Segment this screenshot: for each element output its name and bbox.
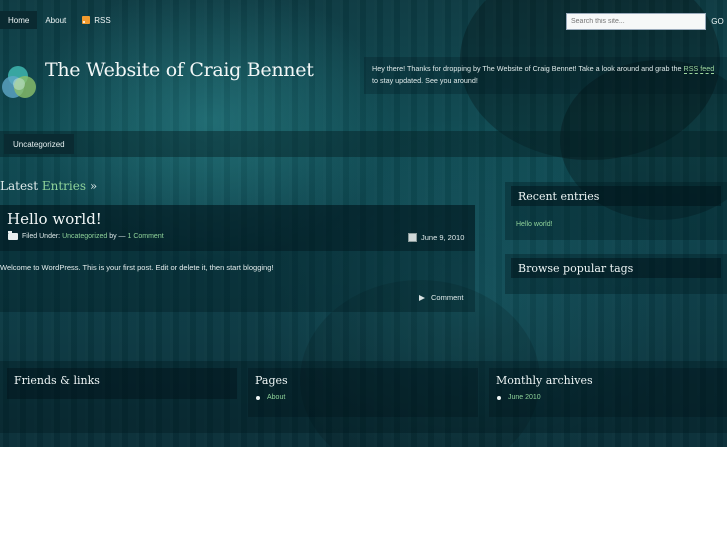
site-title[interactable]: The Website of Craig Bennet [45,59,314,81]
footer-archive-label: June 2010 [508,394,541,401]
comment-button[interactable]: Comment [419,293,464,302]
post-author-prefix: by — [109,233,126,240]
popular-tags-title: Browse popular tags [511,258,721,278]
pages-title: Pages [255,374,288,387]
footer-page-link[interactable]: About [256,394,285,401]
recent-entries-title: Recent entries [511,186,721,206]
latest-accent: Entries [41,179,87,193]
nav-about-link[interactable]: About [37,11,74,29]
nav-rss-link[interactable]: RSS [74,11,118,29]
welcome-text: Hey there! Thanks for dropping by The We… [372,64,684,73]
footer-page-label: About [267,394,286,401]
comment-button-label: Comment [431,293,464,302]
search-go-button[interactable]: GO [708,13,727,30]
recent-entries-widget: Recent entries Hello world! [505,182,727,240]
nav-home-link[interactable]: Home [0,11,38,29]
top-navigation: Home About RSS [0,11,119,29]
footer-archive-link[interactable]: June 2010 [497,394,541,401]
rss-icon [82,16,91,24]
post-body: Welcome to WordPress. This is your first… [0,263,274,272]
nav-rss-label: RSS [94,15,111,25]
site-background: Home About RSS GO The Website of Craig B… [0,0,727,447]
welcome-text-end: to stay updated. See you around! [372,76,478,85]
calendar-icon [408,233,417,242]
post-meta: Filed Under: Uncategorized by — 1 Commen… [8,231,164,240]
latest-label: Latest [0,179,39,193]
post-category-link[interactable]: Uncategorized [62,233,107,240]
footer-pages: Pages About [248,368,478,417]
latest-entries-heading: Latest Entries » [0,179,97,193]
bullet-icon [497,395,501,400]
archives-title: Monthly archives [496,374,593,387]
filed-under-label: Filed Under: [22,233,61,240]
welcome-message: Hey there! Thanks for dropping by The We… [364,57,727,94]
post-header: Hello world! Filed Under: Uncategorized … [0,205,475,251]
footer-friends-links: Friends & links [7,368,237,399]
arrow-right-icon [419,294,425,301]
post-comments-link[interactable]: 1 Comment [127,233,163,240]
footer-archives: Monthly archives June 2010 [489,368,727,417]
bullet-icon [256,395,260,400]
search-input[interactable] [566,13,706,30]
post-date-text: June 9, 2010 [421,233,465,242]
site-logo [2,66,36,98]
popular-tags-widget: Browse popular tags [505,254,727,294]
category-uncategorized[interactable]: Uncategorized [4,134,74,154]
folder-icon [8,231,18,240]
recent-entry-link[interactable]: Hello world! [516,221,553,228]
friends-links-title: Friends & links [14,374,100,387]
rss-feed-link[interactable]: RSS feed [683,64,715,74]
latest-arrow: » [89,179,98,193]
post-date: June 9, 2010 [408,233,464,242]
post-title-link[interactable]: Hello world! [7,210,102,228]
category-bar: Uncategorized [0,131,727,157]
post-card: Hello world! Filed Under: Uncategorized … [0,205,475,312]
